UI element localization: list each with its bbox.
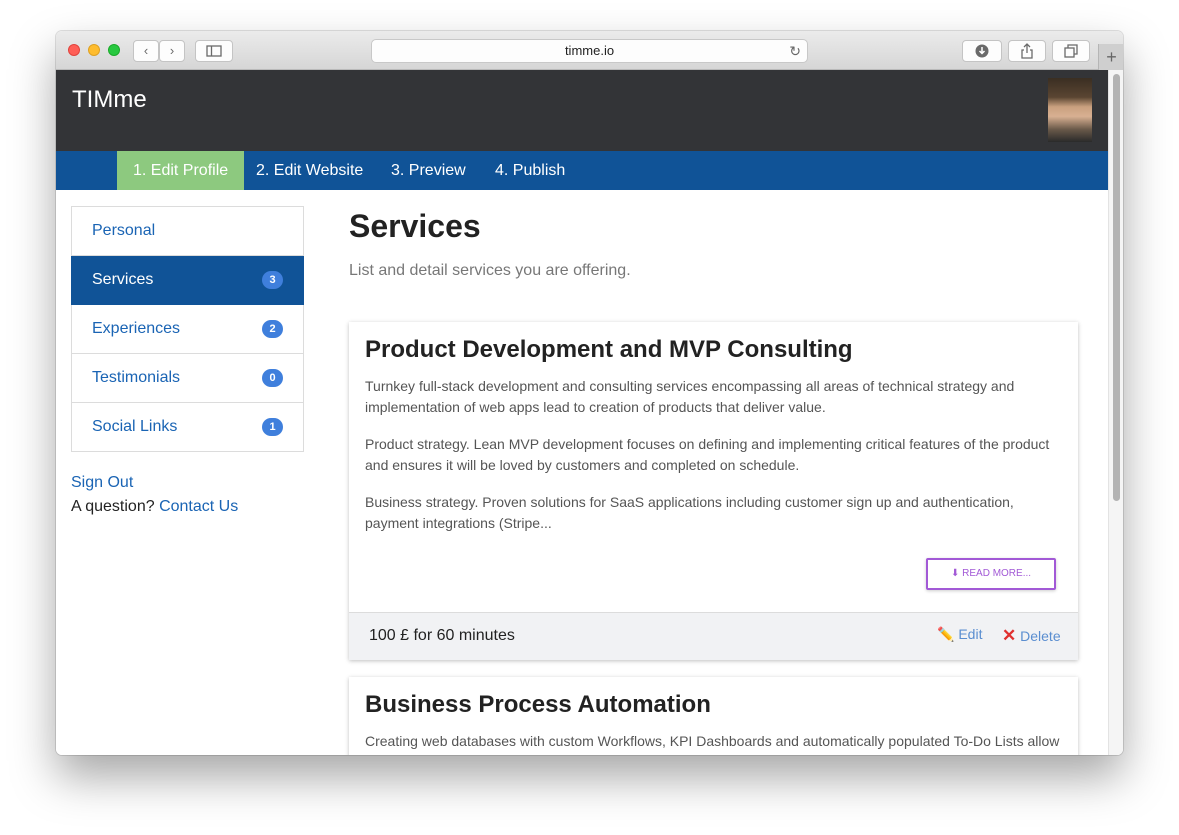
page-content: TIMme 1. Edit Profile 2. Edit Website 3.… — [56, 70, 1123, 755]
close-icon: ✕ — [1002, 626, 1017, 645]
count-badge: 2 — [262, 320, 283, 338]
sign-out-link[interactable]: Sign Out — [71, 474, 133, 491]
service-card: Business Process Automation Creating web… — [349, 677, 1078, 755]
sidebar-icon — [206, 45, 222, 57]
minimize-window-button[interactable] — [88, 44, 100, 56]
page-scrollbar[interactable] — [1108, 70, 1123, 755]
service-description: Turnkey full-stack development and consu… — [365, 378, 1015, 415]
service-title: Product Development and MVP Consulting — [365, 336, 853, 363]
count-badge: 0 — [262, 369, 283, 387]
browser-window: ‹ › timme.io ↻ + TIMme 1. Edit Profile 2… — [56, 31, 1123, 755]
pencil-icon: ✏️ — [937, 626, 955, 642]
service-description: Product strategy. Lean MVP development f… — [365, 436, 1050, 473]
account-links: Sign Out A question? Contact Us — [71, 471, 238, 519]
step-edit-profile[interactable]: 1. Edit Profile — [117, 151, 245, 190]
step-publish[interactable]: 4. Publish — [479, 151, 581, 190]
chevron-right-icon: › — [169, 43, 175, 58]
question-text: A question? — [71, 498, 155, 515]
service-description: Creating web databases with custom Workf… — [365, 733, 1060, 755]
sidebar-item-social-links[interactable]: Social Links 1 — [71, 403, 304, 452]
service-card: Product Development and MVP Consulting T… — [349, 322, 1078, 660]
service-price: 100 £ for 60 minutes — [369, 627, 515, 644]
sidebar-item-label: Personal — [92, 222, 156, 239]
edit-button[interactable]: ✏️ Edit — [937, 626, 982, 643]
downloads-button[interactable] — [962, 40, 1002, 62]
delete-label: Delete — [1020, 628, 1061, 644]
sidebar-toggle-button[interactable] — [195, 40, 233, 62]
page-title: Services — [349, 208, 481, 244]
contact-us-link[interactable]: Contact Us — [159, 498, 238, 515]
step-edit-website[interactable]: 2. Edit Website — [240, 151, 379, 190]
back-button[interactable]: ‹ — [133, 40, 159, 62]
url-text: timme.io — [564, 43, 615, 58]
download-icon — [975, 44, 989, 58]
count-badge: 3 — [262, 271, 283, 289]
sidebar-item-experiences[interactable]: Experiences 2 — [71, 305, 304, 354]
zoom-window-button[interactable] — [108, 44, 120, 56]
reload-icon[interactable]: ↻ — [789, 40, 801, 62]
sidebar-nav: Personal Services 3 Experiences 2 Testim… — [71, 206, 304, 452]
sidebar-item-label: Social Links — [92, 418, 178, 435]
tabs-overview-button[interactable] — [1052, 40, 1090, 62]
close-window-button[interactable] — [68, 44, 80, 56]
edit-label: Edit — [958, 626, 983, 642]
sidebar-item-label: Testimonials — [92, 369, 181, 386]
share-icon — [1021, 43, 1033, 59]
sidebar-item-testimonials[interactable]: Testimonials 0 — [71, 354, 304, 403]
app-header: TIMme — [56, 70, 1108, 151]
main-panel: Services List and detail services you ar… — [349, 206, 1079, 755]
service-description: Business strategy. Proven solutions for … — [365, 494, 1014, 531]
read-more-button[interactable]: ⬇ READ MORE... — [926, 558, 1056, 590]
app-brand[interactable]: TIMme — [72, 86, 147, 114]
address-bar[interactable]: timme.io ↻ — [371, 39, 808, 63]
plus-icon: + — [1106, 47, 1117, 67]
steps-nav: 1. Edit Profile 2. Edit Website 3. Previ… — [56, 151, 1108, 190]
avatar[interactable] — [1048, 78, 1092, 142]
step-preview[interactable]: 3. Preview — [375, 151, 482, 190]
scrollbar-thumb[interactable] — [1113, 74, 1120, 501]
sidebar-item-label: Experiences — [92, 320, 181, 337]
page-subtitle: List and detail services you are offerin… — [349, 262, 631, 279]
share-button[interactable] — [1008, 40, 1046, 62]
sidebar-item-personal[interactable]: Personal — [71, 206, 304, 256]
service-card-footer: 100 £ for 60 minutes ✏️ Edit ✕ Delete — [349, 612, 1078, 660]
forward-button[interactable]: › — [159, 40, 185, 62]
new-tab-button[interactable]: + — [1098, 44, 1123, 70]
delete-button[interactable]: ✕ Delete — [1002, 626, 1061, 646]
service-title: Business Process Automation — [365, 691, 711, 718]
browser-toolbar: ‹ › timme.io ↻ + — [56, 31, 1123, 70]
sidebar-item-services[interactable]: Services 3 — [71, 256, 304, 305]
tabs-icon — [1064, 44, 1078, 58]
sidebar-item-label: Services — [92, 271, 154, 288]
chevron-left-icon: ‹ — [143, 43, 149, 58]
count-badge: 1 — [262, 418, 283, 436]
